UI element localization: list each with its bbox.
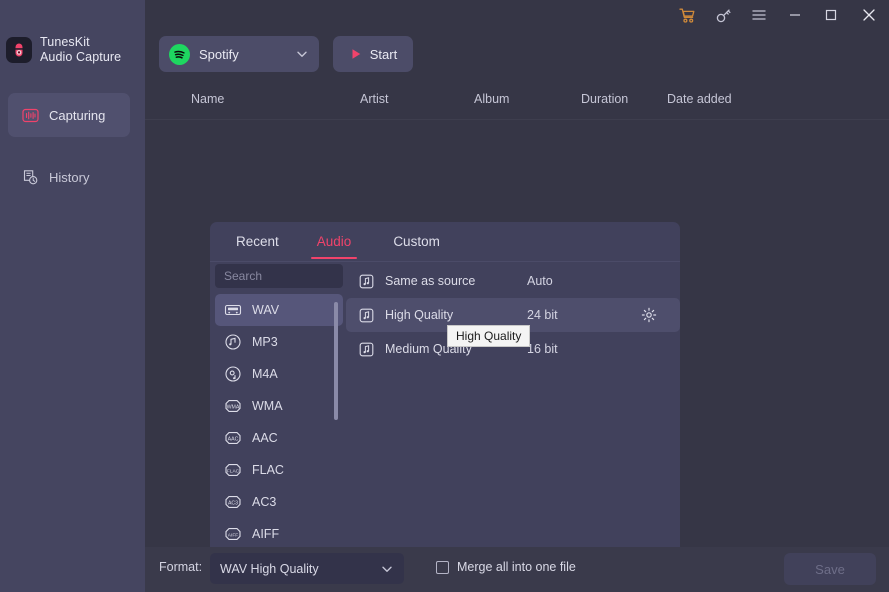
app-logo-microphone-icon — [6, 37, 32, 63]
format-item-m4a[interactable]: M4A — [215, 358, 343, 390]
app-brand: TunesKit Audio Capture — [0, 30, 145, 70]
column-header-artist[interactable]: Artist — [360, 92, 388, 106]
spotify-icon — [169, 43, 190, 65]
tooltip: High Quality — [447, 325, 531, 347]
cart-icon[interactable] — [669, 0, 705, 30]
gear-icon[interactable] — [641, 307, 657, 323]
menu-icon[interactable] — [741, 0, 777, 30]
format-item-mp3[interactable]: MP3 — [215, 326, 343, 358]
waveform-icon — [20, 105, 40, 125]
format-label: Format: — [159, 560, 203, 574]
source-dropdown[interactable]: Spotify — [159, 36, 319, 72]
tab-custom[interactable]: Custom — [393, 222, 440, 262]
format-item-label: AAC — [252, 431, 278, 445]
column-header-duration[interactable]: Duration — [581, 92, 628, 106]
key-icon[interactable] — [705, 0, 741, 30]
play-icon — [349, 47, 363, 61]
format-item-flac[interactable]: FLAC FLAC — [215, 454, 343, 486]
search-input[interactable]: Search — [215, 264, 343, 288]
app-name: TunesKit Audio Capture — [40, 35, 122, 64]
format-item-label: MP3 — [252, 335, 278, 349]
maximize-icon[interactable] — [813, 0, 849, 30]
source-name: Spotify — [199, 46, 239, 62]
format-dropdown-value: WAV High Quality — [220, 561, 319, 576]
format-item-label: WAV — [252, 303, 280, 317]
bottom-bar: Format: WAV High Quality Merge all into … — [145, 547, 889, 592]
format-item-aac[interactable]: AAC AAC — [215, 422, 343, 454]
tab-recent[interactable]: Recent — [236, 222, 279, 262]
svg-text:AC3: AC3 — [228, 500, 238, 506]
scrollbar-thumb[interactable] — [334, 302, 338, 420]
format-item-label: AC3 — [252, 495, 277, 509]
sidebar-item-label: Capturing — [49, 107, 106, 123]
column-header-date[interactable]: Date added — [667, 92, 732, 106]
start-label: Start — [369, 46, 398, 62]
merge-checkbox[interactable]: Merge all into one file — [436, 560, 576, 574]
minimize-icon[interactable] — [777, 0, 813, 30]
sidebar: TunesKit Audio Capture Capturing History — [0, 0, 145, 592]
quality-row-same-as-source[interactable]: Same as source Auto — [346, 264, 680, 298]
tab-audio[interactable]: Audio — [310, 222, 357, 262]
music-note-icon — [358, 273, 374, 289]
chevron-down-icon — [295, 47, 309, 61]
format-item-label: WMA — [252, 399, 283, 413]
m4a-icon — [223, 364, 243, 384]
music-note-icon — [358, 307, 374, 323]
ac3-icon: AC3 — [223, 492, 243, 512]
format-dialog-tabs: Recent Audio Custom — [210, 222, 680, 262]
format-dropdown[interactable]: WAV High Quality — [210, 553, 404, 584]
merge-label: Merge all into one file — [457, 560, 576, 574]
sidebar-item-capturing[interactable]: Capturing — [8, 93, 130, 137]
format-item-label: FLAC — [252, 463, 284, 477]
checkbox-box[interactable] — [436, 560, 449, 574]
format-item-wav[interactable]: WAV — [215, 294, 343, 326]
svg-text:FLAC: FLAC — [227, 468, 240, 474]
sidebar-item-history[interactable]: History — [8, 155, 130, 199]
app-window: TunesKit Audio Capture Capturing History… — [0, 0, 889, 592]
format-dialog: Recent Audio Custom Search WAV MP3 M4A W… — [210, 222, 680, 547]
svg-text:WMA: WMA — [227, 404, 240, 410]
format-list[interactable]: WAV MP3 M4A WMA WMA AAC AAC FLAC FLAC AC… — [215, 294, 343, 547]
toolbar: Spotify Start — [145, 30, 889, 80]
svg-text:AAC: AAC — [228, 436, 239, 442]
column-header-name[interactable]: Name — [191, 92, 224, 106]
save-label: Save — [815, 561, 845, 577]
format-item-aiff[interactable]: AIFF AIFF — [215, 518, 343, 547]
wav-icon — [223, 300, 243, 320]
flac-icon: FLAC — [223, 460, 243, 480]
format-item-label: AIFF — [252, 527, 280, 541]
format-item-ac3[interactable]: AC3 AC3 — [215, 486, 343, 518]
format-item-label: M4A — [252, 367, 278, 381]
aiff-icon: AIFF — [223, 524, 243, 544]
quality-list: Same as source Auto High Quality 24 bit — [346, 264, 680, 366]
close-icon[interactable] — [849, 0, 889, 30]
start-button[interactable]: Start — [333, 36, 413, 72]
quality-label: Same as source — [385, 274, 476, 288]
quality-value: Auto — [527, 274, 553, 288]
wma-icon: WMA — [223, 396, 243, 416]
quality-label: High Quality — [385, 308, 454, 322]
save-button[interactable]: Save — [784, 553, 876, 585]
track-table-header: Name Artist Album Duration Date added — [145, 80, 889, 120]
sidebar-item-label: History — [49, 169, 90, 185]
column-header-album[interactable]: Album — [474, 92, 509, 106]
format-list-scrollbar[interactable] — [334, 302, 338, 537]
chevron-down-icon — [380, 562, 394, 576]
svg-text:AIFF: AIFF — [228, 532, 238, 538]
mp3-icon — [223, 332, 243, 352]
search-placeholder: Search — [224, 269, 263, 283]
quality-value: 24 bit — [527, 308, 558, 322]
history-icon — [20, 167, 40, 187]
aac-icon: AAC — [223, 428, 243, 448]
format-item-wma[interactable]: WMA WMA — [215, 390, 343, 422]
music-note-icon — [358, 341, 374, 357]
titlebar-controls — [669, 0, 889, 30]
quality-value: 16 bit — [527, 342, 558, 356]
